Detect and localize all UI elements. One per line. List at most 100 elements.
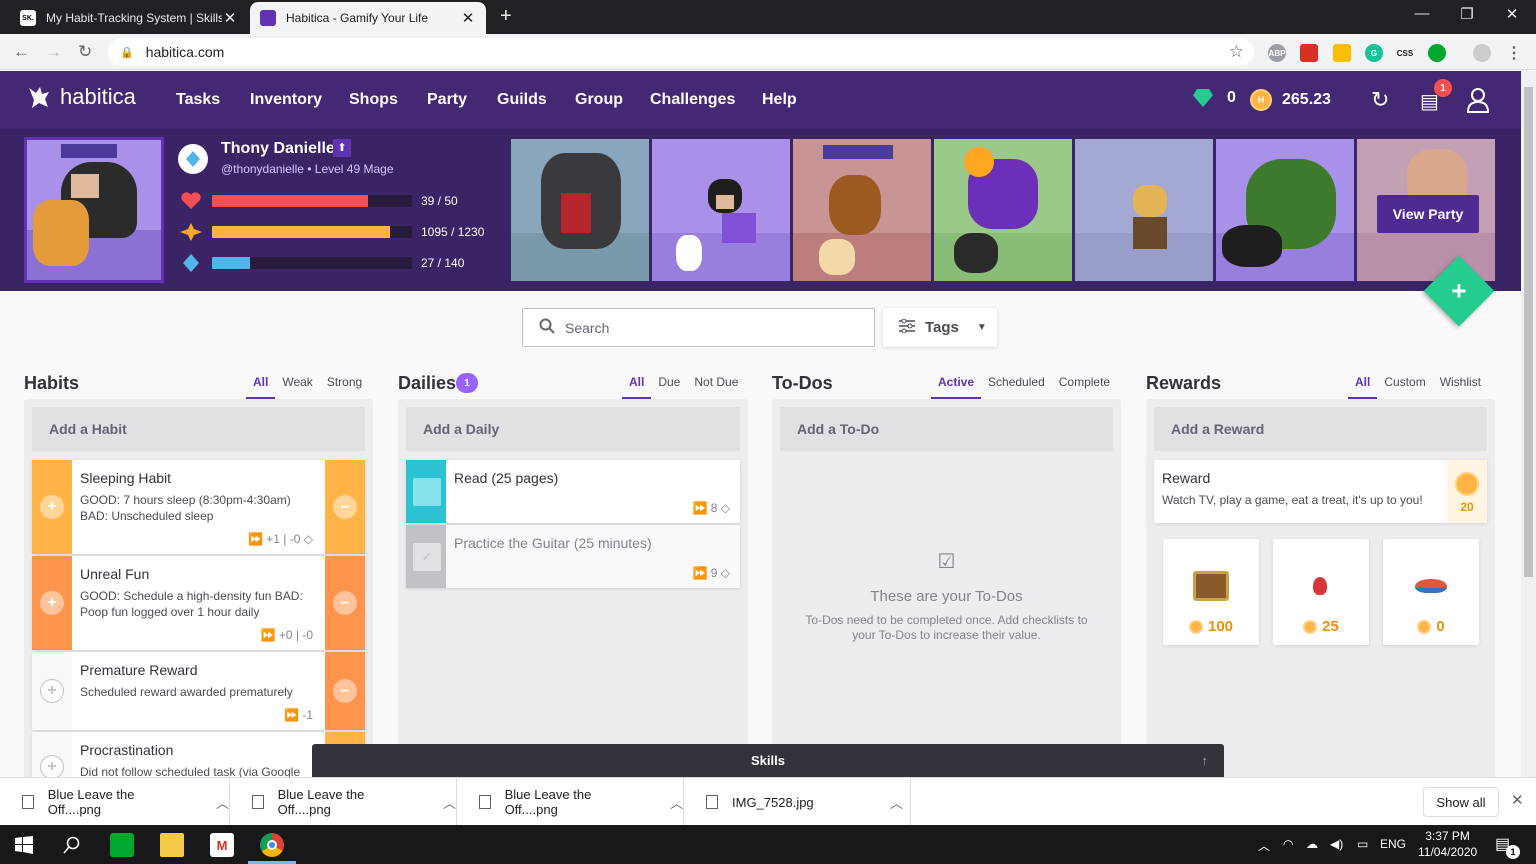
evernote-app-icon[interactable] <box>110 833 134 857</box>
chevron-up-icon[interactable]: ︿ <box>890 793 903 812</box>
bookmark-star-icon[interactable]: ☆ <box>1229 42 1244 62</box>
user-avatar[interactable] <box>24 137 164 283</box>
css-extension-icon[interactable]: CSS <box>1394 44 1416 62</box>
filter-all[interactable]: All <box>1348 375 1378 399</box>
daily-task[interactable]: Read (25 pages) ⏩ 8 ◇ <box>406 460 740 523</box>
plus-button[interactable]: + <box>40 679 64 703</box>
gem-counter[interactable]: 0 <box>1193 89 1236 107</box>
plus-button[interactable]: + <box>40 755 64 779</box>
language-indicator[interactable]: ENG <box>1380 837 1406 851</box>
maximize-icon[interactable]: ❐ <box>1452 5 1482 23</box>
filter-active[interactable]: Active <box>931 375 982 399</box>
nav-shops[interactable]: Shops <box>349 91 398 109</box>
new-tab-icon[interactable]: + <box>500 5 512 28</box>
habitica-logo[interactable]: habitica <box>26 84 136 110</box>
nav-party[interactable]: Party <box>427 91 467 109</box>
daily-checkbox[interactable]: ✓ <box>406 525 446 588</box>
nav-challenges[interactable]: Challenges <box>650 91 735 109</box>
nav-inventory[interactable]: Inventory <box>250 91 322 109</box>
party-member-avatar[interactable] <box>1216 139 1354 281</box>
grammarly-icon[interactable]: G <box>1365 44 1383 62</box>
tags-dropdown[interactable]: Tags ▼ <box>883 308 997 347</box>
add-habit-input[interactable]: Add a Habit <box>32 407 365 451</box>
download-item[interactable]: Blue Leave the Off....png ︿ <box>0 778 230 826</box>
minimize-icon[interactable]: — <box>1407 5 1437 22</box>
sync-icon[interactable]: ↻ <box>1371 87 1389 113</box>
party-member-avatar[interactable] <box>652 139 790 281</box>
evernote-icon[interactable] <box>1428 44 1446 62</box>
add-todo-input[interactable]: Add a To-Do <box>780 407 1113 451</box>
shop-item-card[interactable]: 100 <box>1163 539 1259 645</box>
windows-start-icon[interactable] <box>12 833 36 857</box>
add-daily-input[interactable]: Add a Daily <box>406 407 740 451</box>
chevron-up-icon[interactable]: ︿ <box>443 793 456 812</box>
party-member-avatar[interactable] <box>511 139 649 281</box>
party-member-avatar[interactable] <box>934 139 1072 281</box>
view-party-button[interactable]: View Party <box>1377 195 1479 233</box>
gmail-icon[interactable]: M <box>210 833 234 857</box>
minus-button[interactable]: – <box>333 679 357 703</box>
adblock-extension-icon[interactable]: ABP <box>1268 44 1286 62</box>
extension-icon[interactable] <box>1300 44 1318 62</box>
plus-button[interactable]: + <box>40 591 64 615</box>
close-tab-icon[interactable]: ✕ <box>222 9 238 27</box>
plus-button[interactable]: + <box>40 495 64 519</box>
browser-tab-skillshare[interactable]: SK. My Habit-Tracking System | Skillsh ✕ <box>10 2 248 34</box>
window-close-icon[interactable]: ✕ <box>1497 5 1527 23</box>
url-field[interactable]: 🔒 habitica.com ☆ <box>108 38 1254 66</box>
chrome-icon[interactable] <box>260 833 284 857</box>
back-icon[interactable]: ← <box>13 42 30 62</box>
minus-button[interactable]: – <box>333 591 357 615</box>
forward-icon[interactable]: → <box>45 42 62 62</box>
nav-group[interactable]: Group <box>575 91 623 109</box>
battery-icon[interactable]: ▭ <box>1357 837 1368 851</box>
reward-buy-button[interactable]: 20 <box>1447 460 1487 523</box>
wifi-icon[interactable]: ◠ <box>1283 837 1293 851</box>
daily-checkbox[interactable] <box>406 460 446 523</box>
add-reward-input[interactable]: Add a Reward <box>1154 407 1487 451</box>
shop-item-card[interactable]: 25 <box>1273 539 1369 645</box>
filter-complete[interactable]: Complete <box>1052 375 1117 399</box>
filter-wishlist[interactable]: Wishlist <box>1433 375 1488 399</box>
filter-all[interactable]: All <box>622 375 652 399</box>
browser-tab-habitica[interactable]: Habitica - Gamify Your Life ✕ <box>250 2 486 34</box>
volume-icon[interactable]: ◀) <box>1330 837 1343 851</box>
clock[interactable]: 3:37 PM 11/04/2020 <box>1418 828 1477 860</box>
party-member-avatar[interactable] <box>793 139 931 281</box>
search-icon[interactable] <box>60 833 84 857</box>
filter-strong[interactable]: Strong <box>320 375 369 399</box>
user-icon[interactable] <box>1466 87 1490 119</box>
nav-tasks[interactable]: Tasks <box>176 91 220 109</box>
habit-task[interactable]: + Premature Reward Scheduled reward award… <box>32 652 365 730</box>
close-tab-icon[interactable]: ✕ <box>460 9 476 27</box>
minus-button[interactable]: – <box>333 495 357 519</box>
onedrive-icon[interactable]: ☁ <box>1306 837 1318 851</box>
chevron-up-icon[interactable]: ︿ <box>670 793 683 812</box>
filter-scheduled[interactable]: Scheduled <box>981 375 1052 399</box>
chevron-up-icon[interactable]: ︿ <box>216 793 229 812</box>
habit-task[interactable]: + Sleeping Habit GOOD: 7 hours sleep (8:3… <box>32 460 365 554</box>
shop-item-card[interactable]: 0 <box>1383 539 1479 645</box>
daily-task[interactable]: ✓ Practice the Guitar (25 minutes) ⏩ 9 ◇ <box>406 525 740 588</box>
profile-avatar-icon[interactable] <box>1473 44 1491 62</box>
extension-icon[interactable] <box>1333 44 1351 62</box>
menu-dots-icon[interactable]: ⋮ <box>1505 44 1523 62</box>
custom-reward[interactable]: Reward Watch TV, play a game, eat a treat… <box>1154 460 1487 523</box>
filter-weak[interactable]: Weak <box>275 375 319 399</box>
show-all-downloads-button[interactable]: Show all <box>1423 787 1499 817</box>
reload-icon[interactable]: ↻ <box>78 42 92 62</box>
skills-drawer[interactable]: Skills ↑ <box>312 744 1224 777</box>
filter-custom[interactable]: Custom <box>1377 375 1432 399</box>
file-explorer-icon[interactable] <box>160 833 184 857</box>
filter-due[interactable]: Due <box>651 375 687 399</box>
close-downloads-icon[interactable]: ✕ <box>1511 791 1524 809</box>
nav-help[interactable]: Help <box>762 91 797 109</box>
habit-task[interactable]: + Unreal Fun GOOD: Schedule a high-densit… <box>32 556 365 650</box>
download-item[interactable]: Blue Leave the Off....png ︿ <box>230 778 457 826</box>
party-member-avatar[interactable] <box>1075 139 1213 281</box>
page-scrollbar[interactable] <box>1521 71 1536 777</box>
search-input[interactable]: Search <box>522 308 875 347</box>
tray-chevron-icon[interactable]: ︿ <box>1258 837 1270 854</box>
download-item[interactable]: Blue Leave the Off....png ︿ <box>457 778 684 826</box>
filter-all[interactable]: All <box>246 375 276 399</box>
